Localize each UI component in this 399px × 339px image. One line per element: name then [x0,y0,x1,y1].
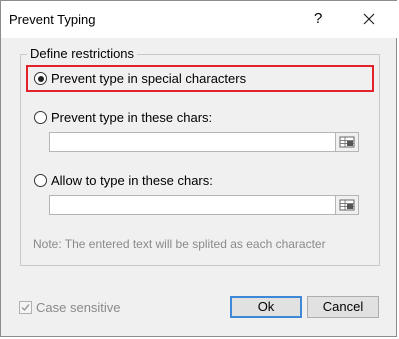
title-bar: Prevent Typing ? [1,1,398,38]
radio-button[interactable] [34,174,47,187]
radio-button-selected[interactable] [34,72,47,85]
checkbox-checked[interactable] [19,301,32,314]
radio-label-allow-these-chars: Allow to type in these chars: [51,173,213,188]
ok-button[interactable]: Ok [230,296,302,318]
case-sensitive-label: Case sensitive [36,300,121,315]
radio-label-prevent-special: Prevent type in special characters [51,71,247,86]
allow-chars-input[interactable] [49,195,359,215]
range-picker-button[interactable] [335,132,359,152]
close-button[interactable] [352,6,386,32]
cancel-button[interactable]: Cancel [307,296,379,318]
group-label: Define restrictions [27,46,138,61]
radio-button[interactable] [34,111,47,124]
radio-label-prevent-these-chars: Prevent type in these chars: [51,110,213,125]
range-picker-button[interactable] [335,195,359,215]
prevent-typing-dialog: Prevent Typing ? Define restrictions Pre… [0,0,398,337]
help-button[interactable]: ? [314,10,322,27]
prevent-chars-input[interactable] [49,132,359,152]
radio-prevent-these-chars[interactable]: Prevent type in these chars: [34,110,212,125]
note-text: Note: The entered text will be splited a… [33,237,326,251]
case-sensitive-checkbox[interactable]: Case sensitive [19,300,121,315]
window-title: Prevent Typing [9,12,96,27]
close-icon [363,13,375,25]
radio-prevent-special[interactable]: Prevent type in special characters [34,71,246,86]
radio-allow-these-chars[interactable]: Allow to type in these chars: [34,173,213,188]
checkmark-icon [21,304,30,312]
range-select-icon [339,136,355,148]
range-select-icon [339,199,355,211]
